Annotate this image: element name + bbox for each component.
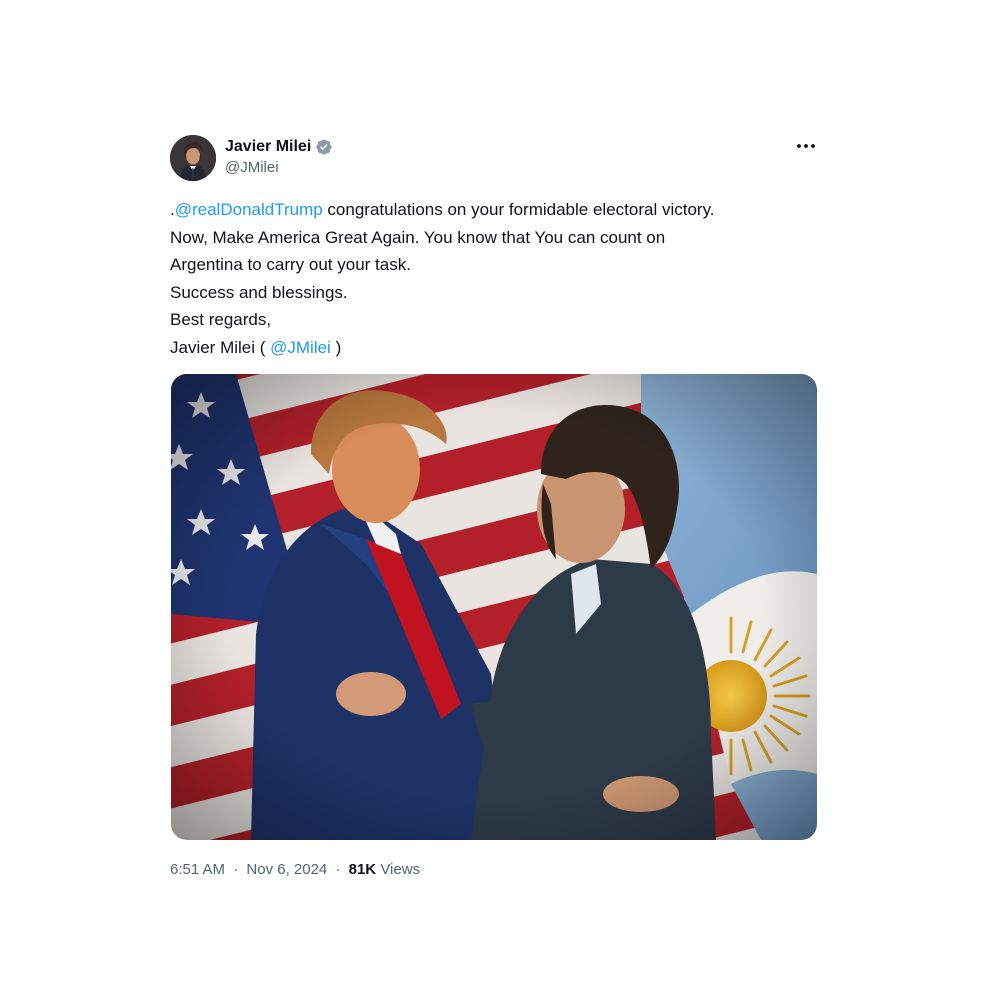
- tweet-text-line: Javier Milei ( @JMilei ): [170, 334, 818, 362]
- views-count: 81K: [348, 861, 377, 878]
- tweet-time[interactable]: 6:51 AM: [170, 861, 225, 878]
- tweet-text-line: Now, Make America Great Again. You know …: [170, 224, 818, 252]
- tweet-text-segment: Argentina to carry out your task.: [170, 255, 411, 274]
- tweet-text-segment: ): [330, 337, 342, 357]
- tweet-photo[interactable]: [171, 374, 817, 840]
- tweet-text-segment: congratulations on your formidable elect…: [322, 200, 715, 219]
- tweet-text-segment: Javier Milei (: [170, 337, 271, 357]
- meta-separator: ·: [335, 861, 341, 878]
- author-handle[interactable]: @JMilei: [225, 159, 333, 176]
- tweet-meta: 6:51 AM · Nov 6, 2024 · 81K Views: [170, 861, 818, 878]
- display-name[interactable]: Javier Milei: [225, 138, 311, 156]
- display-name-row: Javier Milei: [225, 136, 333, 158]
- tweet-text: .@realDonaldTrump congratulations on you…: [170, 196, 818, 361]
- tweet-text-line: Best regards,: [170, 306, 818, 334]
- author-names: Javier Milei @JMilei: [225, 136, 333, 176]
- tweet-text-segment: Success and blessings.: [170, 282, 348, 302]
- tweet-text-line: Success and blessings.: [170, 279, 818, 307]
- photo-handshake-flags: [171, 374, 817, 840]
- tweet-header: Javier Milei @JMilei: [170, 132, 818, 182]
- tweet-date[interactable]: Nov 6, 2024: [246, 861, 327, 878]
- views-label: Views: [380, 861, 421, 878]
- more-horizontal-icon[interactable]: [794, 134, 818, 158]
- mention-link[interactable]: @realDonaldTrump: [175, 200, 323, 219]
- tweet-card: Javier Milei @JMilei .@realDonaldTrump c…: [170, 132, 818, 878]
- tweet-text-line: Argentina to carry out your task.: [170, 251, 818, 279]
- tweet-text-line: .@realDonaldTrump congratulations on you…: [170, 196, 818, 224]
- meta-separator: ·: [233, 861, 239, 878]
- avatar[interactable]: [170, 135, 216, 181]
- tweet-text-segment: Best regards,: [170, 310, 272, 329]
- tweet-text-segment: Now, Make America Great Again. You know …: [170, 227, 666, 247]
- mention-link[interactable]: @JMilei: [270, 338, 331, 357]
- verified-badge-icon[interactable]: [315, 138, 333, 156]
